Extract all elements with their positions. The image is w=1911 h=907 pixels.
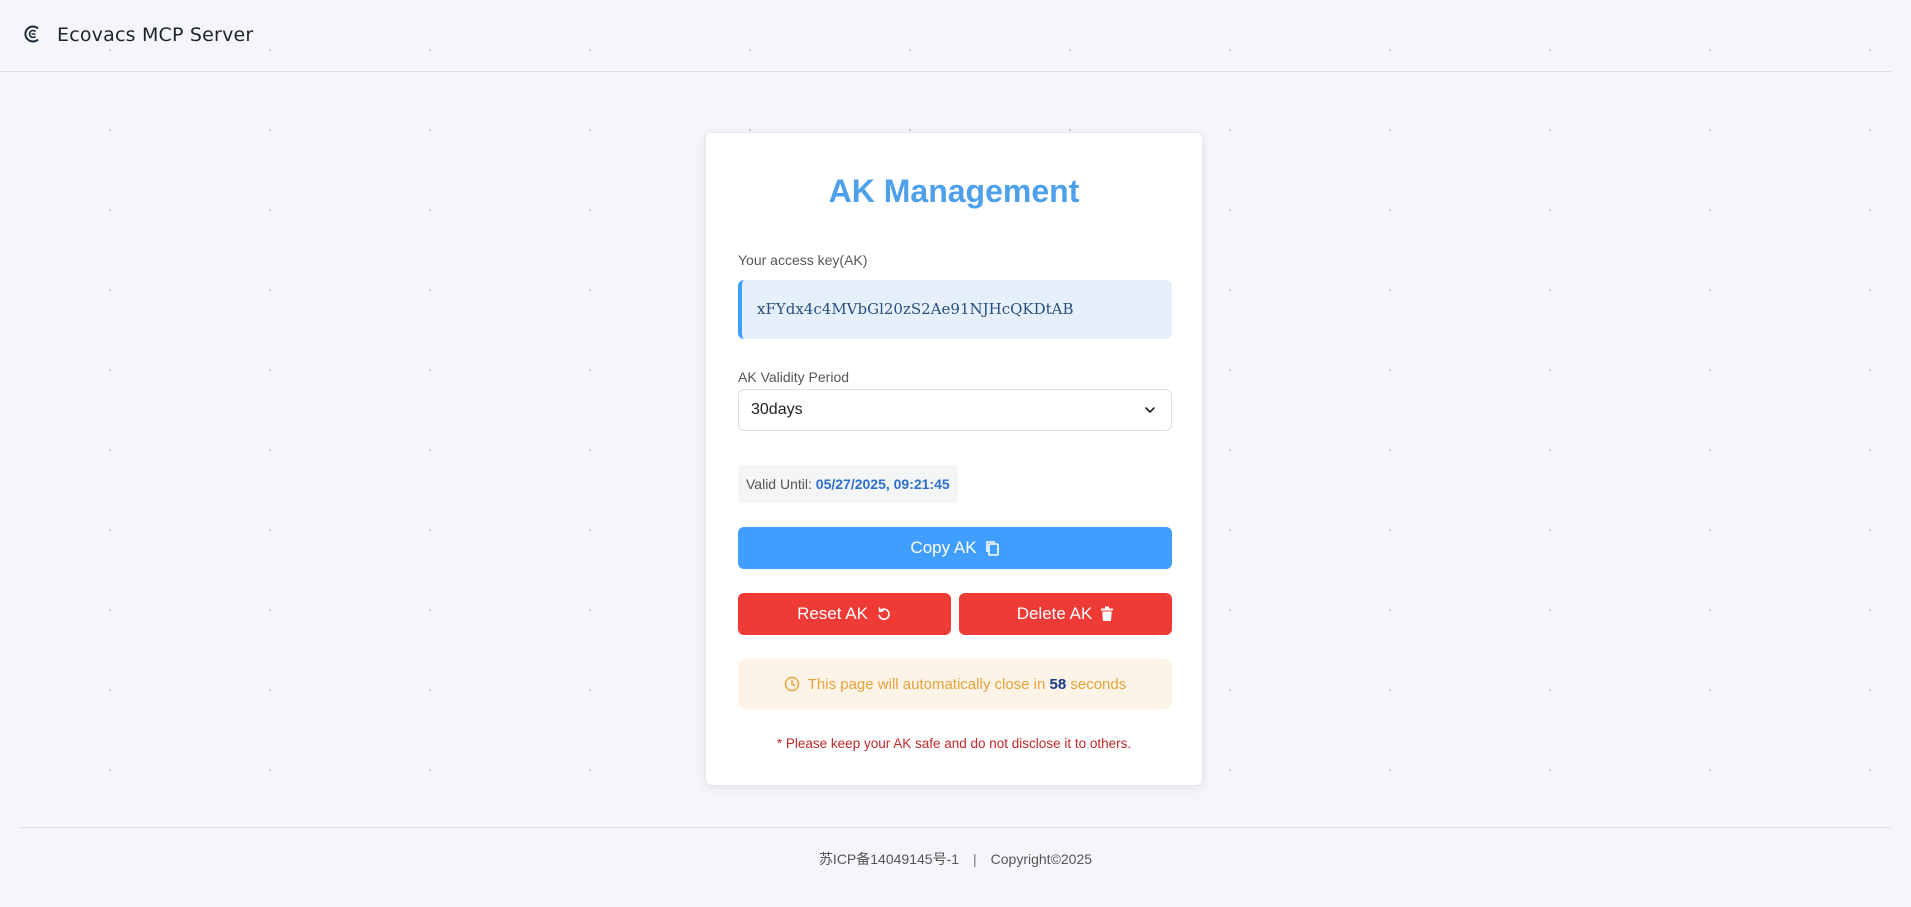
- copy-ak-label: Copy AK: [910, 538, 977, 557]
- refresh-icon: [878, 607, 890, 620]
- app-title: Ecovacs MCP Server: [57, 24, 254, 46]
- access-key-display[interactable]: xFYdx4c4MVbGl20zS2Ae91NJHcQKDtAB: [738, 280, 1172, 339]
- countdown-seconds: 58: [1049, 675, 1067, 693]
- icp-license-link[interactable]: 苏ICP备14049145号-1: [819, 849, 959, 869]
- auto-close-notice: This page will automatically close in 58…: [738, 659, 1172, 709]
- copy-icon: [985, 540, 999, 556]
- validity-period-select[interactable]: 30days: [738, 389, 1172, 431]
- valid-until-label: Valid Until:: [746, 476, 812, 492]
- reset-ak-button[interactable]: Reset AK: [738, 593, 951, 635]
- validity-period-value: 30days: [751, 401, 803, 418]
- copyright-text: Copyright©2025: [990, 851, 1093, 867]
- notice-prefix: This page will automatically close in: [807, 675, 1046, 693]
- delete-ak-button[interactable]: Delete AK: [959, 593, 1172, 635]
- footer: 苏ICP备14049145号-1 | Copyright©2025: [20, 827, 1891, 890]
- valid-until-badge: Valid Until: 05/27/2025, 09:21:45: [738, 465, 958, 503]
- top-header: Ecovacs MCP Server: [0, 0, 1891, 72]
- reset-ak-label: Reset AK: [797, 604, 868, 623]
- footer-separator: |: [973, 851, 977, 867]
- validity-period-label: AK Validity Period: [738, 369, 850, 385]
- notice-suffix: seconds: [1070, 675, 1127, 693]
- copy-ak-button[interactable]: Copy AK: [738, 527, 1172, 569]
- trash-icon: [1101, 606, 1114, 621]
- valid-until-value: 05/27/2025, 09:21:45: [815, 476, 950, 492]
- clock-icon: [784, 676, 799, 692]
- ak-management-card: AK Management Your access key(AK) xFYdx4…: [705, 132, 1203, 786]
- page-title: AK Management: [828, 173, 1080, 209]
- security-warning: * Please keep your AK safe and do not di…: [776, 736, 1132, 751]
- chevron-down-icon: [1145, 407, 1155, 413]
- delete-ak-label: Delete AK: [1016, 604, 1093, 623]
- access-key-label: Your access key(AK): [738, 252, 868, 268]
- ecovacs-logo-icon[interactable]: [23, 24, 43, 44]
